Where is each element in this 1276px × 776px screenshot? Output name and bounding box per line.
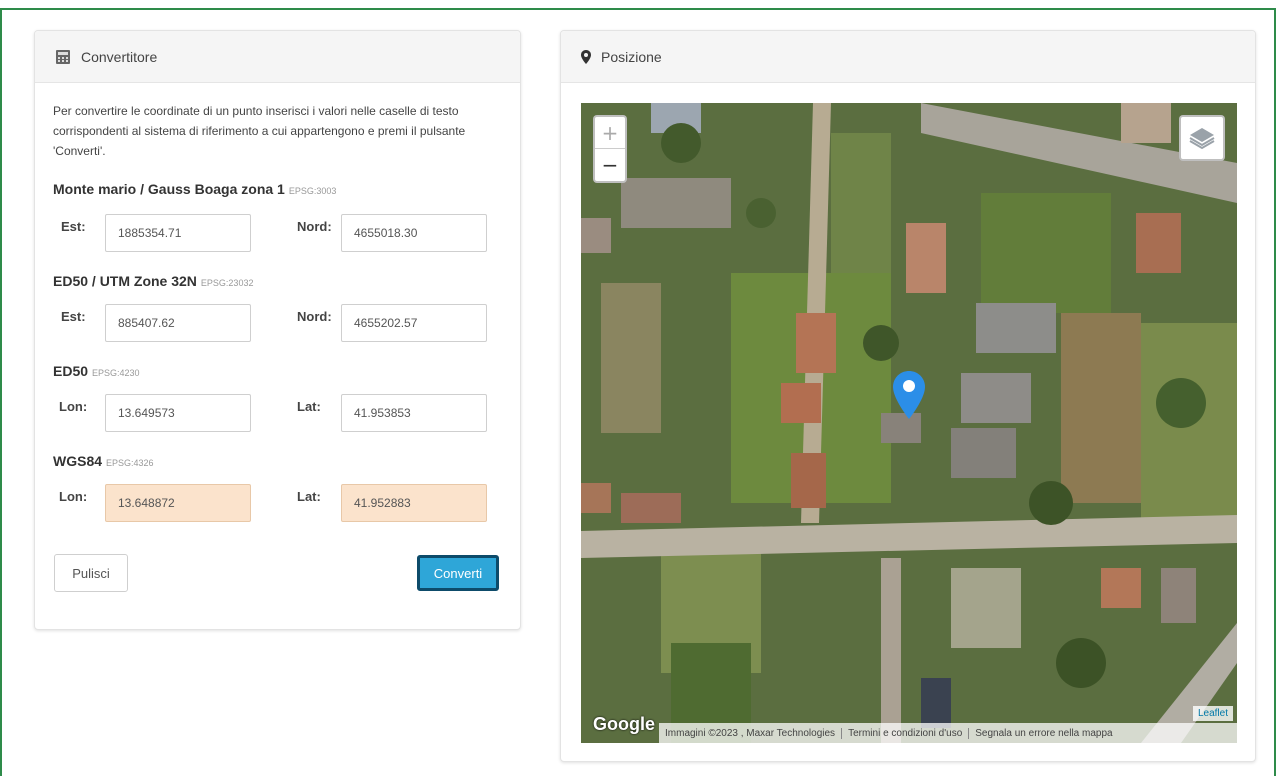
imagery-credit: Immagini ©2023 , Maxar Technologies <box>665 727 836 739</box>
converter-panel: Convertitore Per convertire le coordinat… <box>34 30 521 630</box>
epsg-code: EPSG:23032 <box>200 278 254 288</box>
zoom-out-button[interactable]: − <box>595 149 625 181</box>
satellite-imagery <box>581 103 1237 743</box>
field-label: Est: <box>61 309 86 324</box>
layers-icon <box>1189 128 1215 150</box>
field-label: Est: <box>61 219 86 234</box>
google-logo: Google <box>593 714 655 734</box>
zoom-in-button[interactable]: + <box>595 117 625 149</box>
field-label: Lat: <box>297 399 321 414</box>
clear-button[interactable]: Pulisci <box>54 554 128 592</box>
ed50-lon-input[interactable] <box>105 394 251 432</box>
position-panel: Posizione + − Google Leaflet Immagini ©2… <box>560 30 1256 762</box>
gauss-boaga-est-input[interactable] <box>105 214 251 252</box>
field-label: Lat: <box>297 489 321 504</box>
epsg-code: EPSG:4230 <box>92 368 140 378</box>
calculator-icon <box>55 49 71 65</box>
field-label: Nord: <box>297 219 332 234</box>
converter-header: Convertitore <box>35 31 520 83</box>
map-attribution: Immagini ©2023 , Maxar Technologies Term… <box>659 723 1237 743</box>
position-header: Posizione <box>561 31 1255 83</box>
utm-nord-input[interactable] <box>341 304 487 342</box>
system-title-wgs84: WGS84 EPSG:4326 <box>53 453 154 469</box>
field-label: Lon: <box>59 399 88 414</box>
epsg-code: EPSG:3003 <box>288 186 337 196</box>
position-title: Posizione <box>601 48 662 65</box>
map-marker-icon <box>581 49 591 64</box>
satellite-map[interactable]: + − Google Leaflet Immagini ©2023 , Maxa… <box>581 103 1237 743</box>
map-pin-icon[interactable] <box>893 371 925 421</box>
ed50-lat-input[interactable] <box>341 394 487 432</box>
epsg-code: EPSG:4326 <box>106 458 154 468</box>
system-title-ed50: ED50 EPSG:4230 <box>53 363 140 379</box>
leaflet-link[interactable]: Leaflet <box>1192 706 1233 721</box>
system-title-utm32n: ED50 / UTM Zone 32N EPSG:23032 <box>53 273 253 289</box>
zoom-control: + − <box>593 115 627 183</box>
convert-button[interactable]: Converti <box>417 555 499 591</box>
system-name: ED50 <box>53 363 89 379</box>
converter-intro: Per convertire le coordinate di un punto… <box>53 104 466 158</box>
field-label: Lon: <box>59 489 88 504</box>
system-name: WGS84 <box>53 453 103 469</box>
wgs84-lon-input[interactable] <box>105 484 251 522</box>
utm-est-input[interactable] <box>105 304 251 342</box>
system-name: Monte mario / Gauss Boaga zona 1 <box>53 181 285 197</box>
system-title-gauss-boaga: Monte mario / Gauss Boaga zona 1 EPSG:300… <box>53 181 336 197</box>
field-label: Nord: <box>297 309 332 324</box>
terms-link[interactable]: Termini e condizioni d'uso <box>841 727 968 739</box>
report-error-link[interactable]: Segnala un errore nella mappa <box>968 727 1118 739</box>
gauss-boaga-nord-input[interactable] <box>341 214 487 252</box>
layers-button[interactable] <box>1179 115 1225 161</box>
wgs84-lat-input[interactable] <box>341 484 487 522</box>
system-name: ED50 / UTM Zone 32N <box>53 273 197 289</box>
converter-title: Convertitore <box>81 48 158 65</box>
